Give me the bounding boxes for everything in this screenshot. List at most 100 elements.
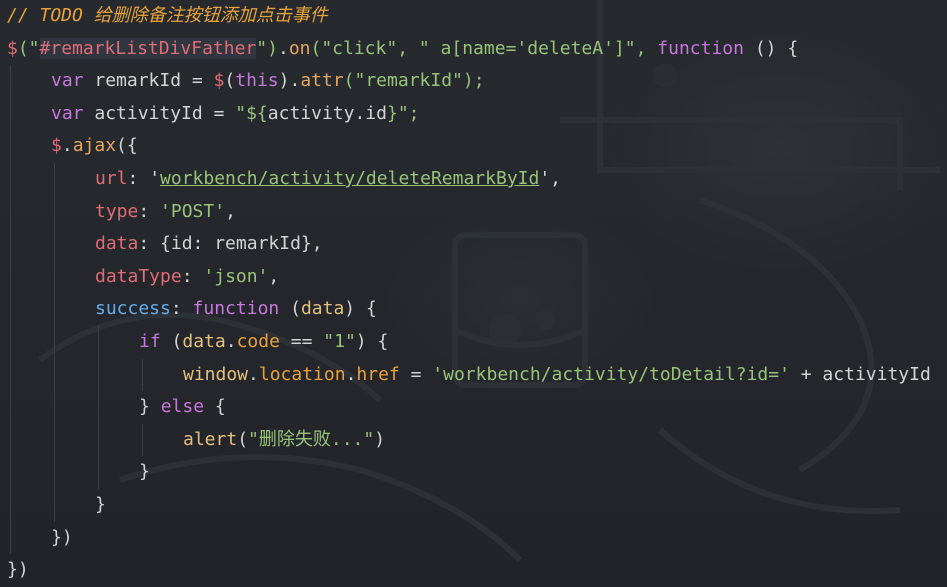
indent-guide bbox=[10, 456, 11, 489]
code-token: . bbox=[345, 363, 357, 385]
code-token: : bbox=[170, 298, 193, 320]
code-line[interactable]: var remarkId = $(this).attr("remarkId"); bbox=[51, 65, 485, 97]
code-line[interactable]: alert("删除失败...") bbox=[183, 424, 385, 456]
code-editor[interactable]: // TODO 给删除备注按钮添加点击事件 $("#remarkListDivFa… bbox=[0, 0, 947, 587]
code-token: ( bbox=[237, 428, 249, 450]
indent-guide bbox=[10, 195, 11, 229]
code-token: type bbox=[95, 200, 139, 222]
code-line[interactable]: if (data.code == "1") { bbox=[139, 326, 388, 358]
code-token: == bbox=[279, 331, 324, 352]
code-line[interactable]: }) bbox=[7, 554, 29, 586]
code-token: ) bbox=[374, 428, 386, 450]
code-token: activityId = bbox=[94, 102, 236, 124]
code-line[interactable]: } else { bbox=[139, 391, 226, 423]
code-token: . bbox=[225, 331, 237, 352]
code-line[interactable]: var activityId = "${activity.id}"; bbox=[51, 98, 420, 130]
code-token: dataType bbox=[95, 265, 182, 287]
code-token: success bbox=[95, 298, 171, 320]
code-line[interactable]: $.ajax({ bbox=[51, 130, 138, 162]
code-token: : ' bbox=[127, 168, 161, 189]
code-token: (" bbox=[17, 37, 40, 59]
indent-guide bbox=[10, 293, 11, 326]
code-token: // TODO 给删除备注按钮添加点击事件 bbox=[7, 5, 328, 26]
code-token: 'json' bbox=[203, 265, 269, 287]
indent-guide bbox=[54, 358, 55, 392]
code-token: if bbox=[139, 331, 172, 352]
code-token: ajax bbox=[72, 135, 117, 157]
indent-guide bbox=[54, 391, 55, 424]
indent-guide bbox=[54, 195, 55, 229]
indent-guide bbox=[10, 97, 11, 131]
indent-guide bbox=[10, 391, 11, 424]
code-token: ("remarkId"); bbox=[343, 70, 485, 92]
code-token: ) { bbox=[344, 298, 377, 320]
code-token: this bbox=[235, 70, 279, 92]
indent-guide bbox=[10, 163, 11, 196]
code-line[interactable]: // TODO 给删除备注按钮添加点击事件 bbox=[7, 0, 328, 32]
code-token: : bbox=[138, 200, 161, 222]
indent-guide bbox=[54, 228, 55, 261]
code-line[interactable]: }) bbox=[51, 522, 73, 554]
indent-guide bbox=[98, 326, 99, 359]
code-token: activity.id bbox=[267, 102, 387, 124]
code-line[interactable]: $("#remarkListDivFather").on("click", " … bbox=[7, 33, 798, 65]
code-token: function bbox=[192, 298, 280, 320]
code-token: , bbox=[268, 265, 280, 287]
indent-guide bbox=[10, 130, 11, 163]
code-token: } bbox=[95, 494, 106, 515]
code-line[interactable]: } bbox=[95, 489, 106, 521]
code-token: . bbox=[61, 135, 73, 157]
code-token: ', bbox=[539, 168, 562, 189]
code-token: } bbox=[139, 396, 161, 418]
code-token: + activityId bbox=[789, 363, 931, 385]
code-token: ({ bbox=[116, 135, 138, 157]
code-token: . bbox=[248, 363, 259, 385]
indent-guide bbox=[54, 456, 55, 489]
indent-guide bbox=[10, 521, 11, 555]
code-line[interactable]: url: 'workbench/activity/deleteRemarkByI… bbox=[95, 163, 561, 195]
code-token: }) bbox=[7, 559, 29, 581]
code-token: 'workbench/activity/toDetail?id=' bbox=[432, 363, 790, 385]
code-token: } bbox=[139, 461, 150, 483]
code-token: ( bbox=[171, 331, 183, 352]
indent-guide bbox=[98, 456, 99, 489]
code-token: ) { bbox=[355, 331, 389, 352]
code-token: attr bbox=[300, 70, 344, 92]
code-line[interactable]: dataType: 'json', bbox=[95, 261, 279, 293]
code-token: on bbox=[288, 37, 311, 59]
code-token: else bbox=[160, 396, 205, 418]
code-token: $ bbox=[51, 135, 62, 157]
code-token: "删除失败..." bbox=[248, 428, 375, 450]
code-token: () { bbox=[743, 37, 799, 59]
code-token: }"; bbox=[386, 102, 420, 124]
indent-guide bbox=[10, 423, 11, 457]
code-token: = bbox=[399, 363, 433, 385]
code-token: 'POST' bbox=[160, 200, 226, 222]
indent-guide bbox=[10, 260, 11, 294]
code-token: ( bbox=[279, 298, 301, 320]
code-token: , bbox=[225, 200, 236, 222]
code-token: ). bbox=[278, 70, 301, 92]
indent-guide bbox=[98, 423, 99, 457]
indent-guide bbox=[10, 326, 11, 359]
indent-guide bbox=[98, 358, 99, 392]
code-token: { bbox=[204, 396, 226, 418]
code-line[interactable]: } bbox=[139, 456, 150, 488]
code-line[interactable]: window.location.href = 'workbench/activi… bbox=[183, 359, 931, 391]
indent-guide bbox=[10, 65, 11, 98]
code-line[interactable]: type: 'POST', bbox=[95, 196, 236, 228]
code-line[interactable]: data: {id: remarkId}, bbox=[95, 228, 323, 260]
indent-guide bbox=[142, 423, 143, 457]
indent-guide bbox=[54, 489, 55, 522]
code-token: #remarkListDivFather bbox=[39, 37, 257, 59]
code-token: data bbox=[182, 331, 226, 352]
code-token: function bbox=[657, 37, 744, 59]
indent-guide bbox=[54, 423, 55, 457]
indent-guide bbox=[54, 326, 55, 359]
code-line[interactable]: success: function (data) { bbox=[95, 293, 377, 325]
code-token: $ bbox=[7, 37, 18, 59]
code-token: code bbox=[236, 331, 280, 352]
indent-guide bbox=[142, 358, 143, 392]
code-token: ") bbox=[256, 37, 278, 59]
code-token: ( bbox=[224, 70, 236, 92]
